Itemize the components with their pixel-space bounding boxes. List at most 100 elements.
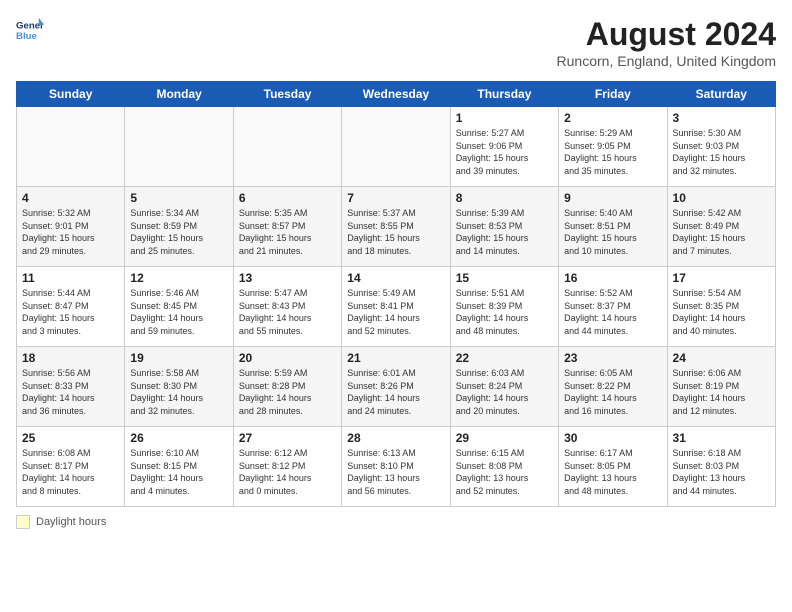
day-number: 8 xyxy=(456,191,553,205)
day-number: 19 xyxy=(130,351,227,365)
title-block: August 2024 Runcorn, England, United Kin… xyxy=(557,16,776,69)
calendar-cell: 17 Sunrise: 5:54 AM Sunset: 8:35 PM Dayli… xyxy=(667,267,775,347)
calendar-cell: 3 Sunrise: 5:30 AM Sunset: 9:03 PM Daylig… xyxy=(667,107,775,187)
calendar-cell: 6 Sunrise: 5:35 AM Sunset: 8:57 PM Daylig… xyxy=(233,187,341,267)
calendar-cell: 7 Sunrise: 5:37 AM Sunset: 8:55 PM Daylig… xyxy=(342,187,450,267)
day-number: 31 xyxy=(673,431,770,445)
calendar-cell: 29Sunrise: 6:15 AM Sunset: 8:08 PM Dayli… xyxy=(450,427,558,507)
day-info: Sunrise: 5:58 AM Sunset: 8:30 PM Dayligh… xyxy=(130,367,227,417)
day-info: Sunrise: 6:10 AM Sunset: 8:15 PM Dayligh… xyxy=(130,447,227,497)
calendar-cell: 23Sunrise: 6:05 AM Sunset: 8:22 PM Dayli… xyxy=(559,347,667,427)
calendar-week-row: 18 Sunrise: 5:56 AM Sunset: 8:33 PM Dayli… xyxy=(17,347,776,427)
calendar-cell: 16 Sunrise: 5:52 AM Sunset: 8:37 PM Dayli… xyxy=(559,267,667,347)
legend-box xyxy=(16,515,30,529)
day-info: Sunrise: 5:35 AM Sunset: 8:57 PM Dayligh… xyxy=(239,207,336,257)
day-info: Sunrise: 5:54 AM Sunset: 8:35 PM Dayligh… xyxy=(673,287,770,337)
weekday-header-cell: Wednesday xyxy=(342,82,450,107)
weekday-header-cell: Tuesday xyxy=(233,82,341,107)
calendar-cell: 11Sunrise: 5:44 AM Sunset: 8:47 PM Dayli… xyxy=(17,267,125,347)
day-info: Sunrise: 6:08 AM Sunset: 8:17 PM Dayligh… xyxy=(22,447,119,497)
calendar-week-row: 4 Sunrise: 5:32 AM Sunset: 9:01 PM Daylig… xyxy=(17,187,776,267)
day-info: Sunrise: 5:42 AM Sunset: 8:49 PM Dayligh… xyxy=(673,207,770,257)
day-number: 26 xyxy=(130,431,227,445)
calendar-cell: 21 Sunrise: 6:01 AM Sunset: 8:26 PM Dayli… xyxy=(342,347,450,427)
calendar-cell: 2 Sunrise: 5:29 AM Sunset: 9:05 PM Daylig… xyxy=(559,107,667,187)
day-number: 17 xyxy=(673,271,770,285)
day-info: Sunrise: 6:01 AM Sunset: 8:26 PM Dayligh… xyxy=(347,367,444,417)
weekday-header-cell: Thursday xyxy=(450,82,558,107)
day-info: Sunrise: 5:56 AM Sunset: 8:33 PM Dayligh… xyxy=(22,367,119,417)
day-number: 7 xyxy=(347,191,444,205)
calendar-cell xyxy=(233,107,341,187)
calendar-week-row: 1 Sunrise: 5:27 AM Sunset: 9:06 PM Daylig… xyxy=(17,107,776,187)
day-info: Sunrise: 6:18 AM Sunset: 8:03 PM Dayligh… xyxy=(673,447,770,497)
calendar-cell xyxy=(17,107,125,187)
day-number: 1 xyxy=(456,111,553,125)
day-number: 27 xyxy=(239,431,336,445)
day-number: 25 xyxy=(22,431,119,445)
day-info: Sunrise: 5:27 AM Sunset: 9:06 PM Dayligh… xyxy=(456,127,553,177)
calendar-cell: 13 Sunrise: 5:47 AM Sunset: 8:43 PM Dayli… xyxy=(233,267,341,347)
day-info: Sunrise: 5:39 AM Sunset: 8:53 PM Dayligh… xyxy=(456,207,553,257)
day-number: 4 xyxy=(22,191,119,205)
calendar-week-row: 25 Sunrise: 6:08 AM Sunset: 8:17 PM Dayli… xyxy=(17,427,776,507)
calendar-table: SundayMondayTuesdayWednesdayThursdayFrid… xyxy=(16,81,776,507)
calendar-cell: 26 Sunrise: 6:10 AM Sunset: 8:15 PM Dayli… xyxy=(125,427,233,507)
day-number: 20 xyxy=(239,351,336,365)
calendar-cell: 18 Sunrise: 5:56 AM Sunset: 8:33 PM Dayli… xyxy=(17,347,125,427)
day-number: 3 xyxy=(673,111,770,125)
calendar-body: 1 Sunrise: 5:27 AM Sunset: 9:06 PM Daylig… xyxy=(17,107,776,507)
day-info: Sunrise: 5:29 AM Sunset: 9:05 PM Dayligh… xyxy=(564,127,661,177)
day-info: Sunrise: 5:51 AM Sunset: 8:39 PM Dayligh… xyxy=(456,287,553,337)
calendar-cell: 10 Sunrise: 5:42 AM Sunset: 8:49 PM Dayli… xyxy=(667,187,775,267)
calendar-cell: 28Sunrise: 6:13 AM Sunset: 8:10 PM Dayli… xyxy=(342,427,450,507)
weekday-header-cell: Saturday xyxy=(667,82,775,107)
calendar-cell xyxy=(125,107,233,187)
day-info: Sunrise: 5:32 AM Sunset: 9:01 PM Dayligh… xyxy=(22,207,119,257)
day-info: Sunrise: 5:49 AM Sunset: 8:41 PM Dayligh… xyxy=(347,287,444,337)
day-number: 5 xyxy=(130,191,227,205)
logo-icon: General Blue xyxy=(16,16,44,44)
day-number: 9 xyxy=(564,191,661,205)
day-number: 13 xyxy=(239,271,336,285)
day-info: Sunrise: 5:59 AM Sunset: 8:28 PM Dayligh… xyxy=(239,367,336,417)
day-info: Sunrise: 5:34 AM Sunset: 8:59 PM Dayligh… xyxy=(130,207,227,257)
calendar-cell: 12Sunrise: 5:46 AM Sunset: 8:45 PM Dayli… xyxy=(125,267,233,347)
calendar-cell: 27Sunrise: 6:12 AM Sunset: 8:12 PM Dayli… xyxy=(233,427,341,507)
day-number: 2 xyxy=(564,111,661,125)
day-number: 24 xyxy=(673,351,770,365)
calendar-week-row: 11Sunrise: 5:44 AM Sunset: 8:47 PM Dayli… xyxy=(17,267,776,347)
day-number: 21 xyxy=(347,351,444,365)
weekday-header-cell: Friday xyxy=(559,82,667,107)
day-info: Sunrise: 6:17 AM Sunset: 8:05 PM Dayligh… xyxy=(564,447,661,497)
calendar-cell xyxy=(342,107,450,187)
location: Runcorn, England, United Kingdom xyxy=(557,53,776,69)
day-number: 18 xyxy=(22,351,119,365)
calendar-cell: 19 Sunrise: 5:58 AM Sunset: 8:30 PM Dayli… xyxy=(125,347,233,427)
day-info: Sunrise: 5:37 AM Sunset: 8:55 PM Dayligh… xyxy=(347,207,444,257)
calendar-cell: 31 Sunrise: 6:18 AM Sunset: 8:03 PM Dayli… xyxy=(667,427,775,507)
day-number: 12 xyxy=(130,271,227,285)
day-number: 6 xyxy=(239,191,336,205)
calendar-cell: 25 Sunrise: 6:08 AM Sunset: 8:17 PM Dayli… xyxy=(17,427,125,507)
calendar-cell: 24 Sunrise: 6:06 AM Sunset: 8:19 PM Dayli… xyxy=(667,347,775,427)
day-number: 28 xyxy=(347,431,444,445)
day-info: Sunrise: 5:47 AM Sunset: 8:43 PM Dayligh… xyxy=(239,287,336,337)
day-info: Sunrise: 5:30 AM Sunset: 9:03 PM Dayligh… xyxy=(673,127,770,177)
day-info: Sunrise: 6:15 AM Sunset: 8:08 PM Dayligh… xyxy=(456,447,553,497)
calendar-cell: 22 Sunrise: 6:03 AM Sunset: 8:24 PM Dayli… xyxy=(450,347,558,427)
calendar-cell: 4 Sunrise: 5:32 AM Sunset: 9:01 PM Daylig… xyxy=(17,187,125,267)
day-number: 15 xyxy=(456,271,553,285)
day-number: 30 xyxy=(564,431,661,445)
calendar-cell: 9Sunrise: 5:40 AM Sunset: 8:51 PM Daylig… xyxy=(559,187,667,267)
day-info: Sunrise: 5:52 AM Sunset: 8:37 PM Dayligh… xyxy=(564,287,661,337)
day-info: Sunrise: 6:06 AM Sunset: 8:19 PM Dayligh… xyxy=(673,367,770,417)
svg-text:Blue: Blue xyxy=(16,31,37,42)
page-header: General Blue August 2024 Runcorn, Englan… xyxy=(16,16,776,69)
day-info: Sunrise: 6:03 AM Sunset: 8:24 PM Dayligh… xyxy=(456,367,553,417)
month-year: August 2024 xyxy=(557,16,776,53)
day-number: 10 xyxy=(673,191,770,205)
day-info: Sunrise: 6:05 AM Sunset: 8:22 PM Dayligh… xyxy=(564,367,661,417)
day-number: 22 xyxy=(456,351,553,365)
day-number: 16 xyxy=(564,271,661,285)
